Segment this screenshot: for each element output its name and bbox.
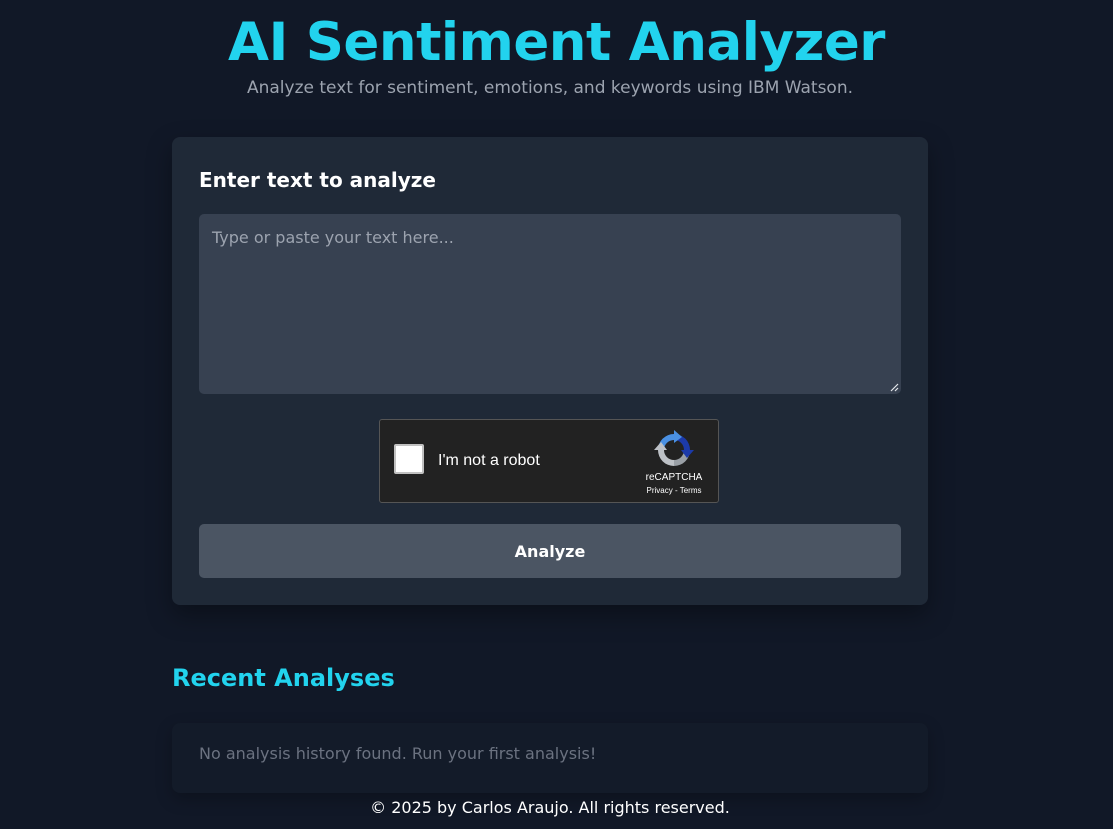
recaptcha-brand: reCAPTCHA — [645, 472, 703, 483]
recaptcha-label: I'm not a robot — [438, 452, 540, 469]
recaptcha-links: Privacy - Terms — [630, 486, 718, 496]
page-subtitle: Analyze text for sentiment, emotions, an… — [246, 78, 854, 98]
text-input[interactable] — [199, 214, 901, 394]
recaptcha-terms-link[interactable]: Terms — [680, 486, 702, 495]
analyzer-card: Enter text to analyze I'm not a robot re… — [172, 137, 928, 605]
recent-analyses-title: Recent Analyses — [172, 664, 395, 692]
recaptcha-widget: I'm not a robot reCAPTCHA Privacy - Term… — [379, 419, 719, 503]
recaptcha-privacy-link[interactable]: Privacy — [647, 486, 673, 495]
recaptcha-checkbox[interactable] — [394, 444, 424, 474]
resize-grip-icon[interactable] — [890, 383, 899, 392]
footer-copyright: © 2025 by Carlos Araujo. All rights rese… — [370, 798, 730, 817]
analyzer-heading: Enter text to analyze — [199, 168, 436, 192]
history-panel: No analysis history found. Run your firs… — [172, 723, 928, 793]
history-empty-message: No analysis history found. Run your firs… — [199, 744, 597, 763]
recaptcha-logo-icon — [654, 430, 694, 466]
page-title: AI Sentiment Analyzer — [228, 12, 885, 73]
analyze-button[interactable]: Analyze — [199, 524, 901, 578]
recaptcha-separator: - — [672, 486, 680, 495]
